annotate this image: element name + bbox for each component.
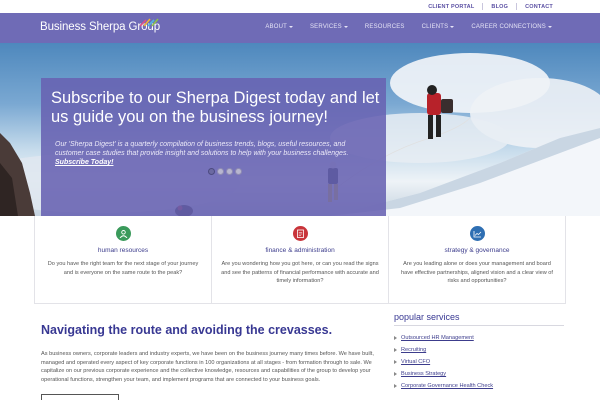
client-portal-link[interactable]: CLIENT PORTAL: [428, 4, 474, 10]
nav-label: SERVICES: [309, 24, 342, 30]
caret-right-icon: [394, 348, 397, 352]
service-link-virtual-cfo[interactable]: Virtual CFO: [394, 356, 564, 368]
service-link-label: Recruiting: [401, 347, 427, 353]
main-navbar: Business Sherpa Group ABOUT SERVICES RES…: [0, 13, 600, 43]
chevron-down-icon: [343, 26, 348, 28]
caret-right-icon: [394, 360, 397, 364]
digest-promo-box: Subscribe to our Sherpa Digest today and…: [41, 78, 386, 216]
card-text: Do you have the right team for the next …: [47, 261, 199, 276]
card-human-resources[interactable]: human resources Do you have the right te…: [34, 216, 212, 304]
sidebar-title: popular services: [394, 312, 460, 322]
utility-bar: CLIENT PORTAL BLOG CONTACT: [0, 0, 600, 13]
nav-item-about[interactable]: ABOUT: [265, 24, 293, 30]
growth-chart-icon: [469, 226, 485, 241]
service-link-label: Business Strategy: [401, 371, 447, 377]
chevron-down-icon: [450, 26, 455, 28]
services-list: Outsourced HR Management Recruiting Virt…: [394, 332, 564, 392]
chevron-down-icon: [548, 26, 552, 28]
blog-link[interactable]: BLOG: [491, 4, 508, 10]
service-link-outsourced-hr[interactable]: Outsourced HR Management: [394, 332, 564, 344]
service-link-label: Corporate Governance Health Check: [401, 383, 494, 389]
hero-title: Subscribe to our Sherpa Digest today and…: [51, 89, 380, 126]
hero-slider: Subscribe to our Sherpa Digest today and…: [0, 43, 600, 216]
slide-dot[interactable]: [226, 168, 233, 175]
service-link-label: Virtual CFO: [401, 359, 431, 365]
card-finance-administration[interactable]: finance & administration Are you wonderi…: [212, 216, 389, 304]
intro-paragraph: As business owners, corporate leaders an…: [41, 351, 374, 383]
slide-dot[interactable]: [217, 168, 224, 175]
card-title: strategy & governance: [444, 247, 510, 254]
nav-label: CAREER CONNECTIONS: [471, 24, 546, 30]
service-link-label: Outsourced HR Management: [401, 335, 474, 341]
subscribe-link[interactable]: Subscribe Today!: [55, 159, 113, 166]
card-title: human resources: [97, 247, 149, 254]
slide-dot[interactable]: [235, 168, 242, 175]
divider: [516, 3, 518, 10]
hero-description: Our 'Sherpa Digest' is a quarterly compi…: [55, 140, 373, 167]
slide-dot[interactable]: [208, 168, 215, 175]
nav-item-career-connections[interactable]: CAREER CONNECTIONS: [471, 24, 552, 30]
popular-services-sidebar: popular services Outsourced HR Managemen…: [394, 312, 564, 392]
chevron-down-icon: [288, 26, 293, 28]
nav-label: CLIENTS: [421, 24, 449, 30]
card-strategy-governance[interactable]: strategy & governance Are you leading al…: [389, 216, 566, 304]
contact-link[interactable]: CONTACT: [525, 4, 553, 10]
read-more-button[interactable]: [41, 394, 119, 400]
nav-label: RESOURCES: [364, 24, 405, 30]
section-headline: Navigating the route and avoiding the cr…: [41, 323, 333, 337]
caret-right-icon: [394, 336, 397, 340]
nav-item-resources[interactable]: RESOURCES: [365, 24, 405, 30]
service-link-business-strategy[interactable]: Business Strategy: [394, 368, 564, 380]
caret-right-icon: [394, 372, 397, 376]
nav-label: ABOUT: [265, 24, 287, 30]
utility-links: CLIENT PORTAL BLOG CONTACT: [428, 3, 553, 10]
divider: [482, 3, 484, 10]
service-link-recruiting[interactable]: Recruiting: [394, 344, 564, 356]
hero-description-text: Our 'Sherpa Digest' is a quarterly compi…: [55, 141, 349, 157]
nav-item-clients[interactable]: CLIENTS: [422, 24, 455, 30]
card-text: Are you wondering how you got here, or c…: [221, 261, 379, 284]
card-text: Are you leading alone or does your manag…: [401, 261, 553, 284]
card-title: finance & administration: [265, 247, 335, 254]
people-icon: [115, 226, 131, 241]
nav-item-services[interactable]: SERVICES: [310, 24, 348, 30]
slider-pagination: [208, 168, 244, 175]
divider: [394, 325, 564, 326]
service-cards: human resources Do you have the right te…: [34, 216, 566, 304]
caret-right-icon: [394, 384, 397, 388]
sherpa-flags-icon: [139, 18, 159, 27]
clipboard-icon: [292, 226, 308, 241]
nav-menu: ABOUT SERVICES RESOURCES CLIENTS CAREER …: [248, 24, 552, 30]
service-link-governance-check[interactable]: Corporate Governance Health Check: [394, 380, 564, 392]
